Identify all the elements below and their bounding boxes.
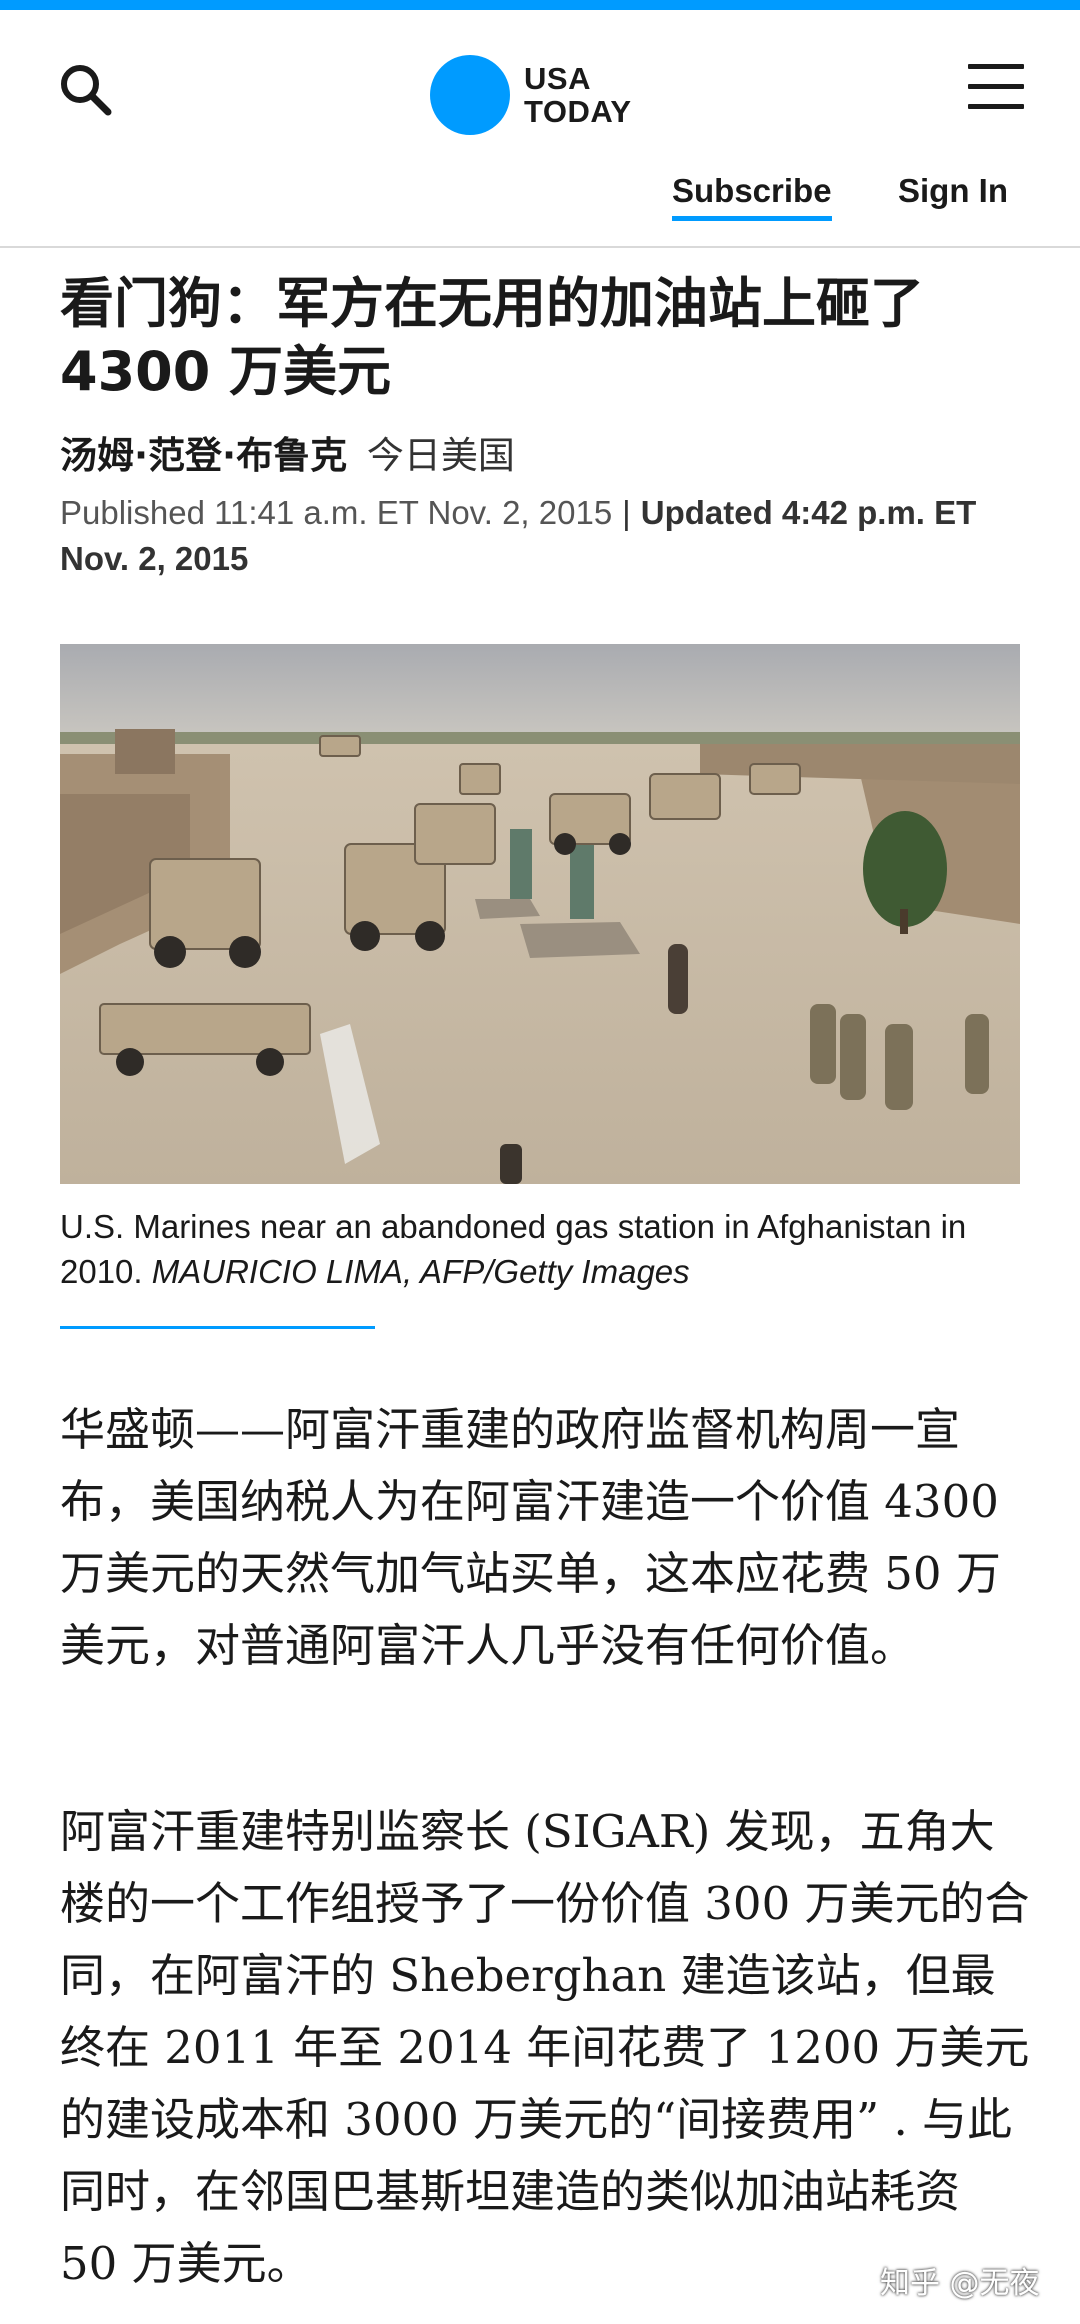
- subscribe-link[interactable]: Subscribe: [672, 172, 832, 221]
- logo-wordmark: USA TODAY: [524, 61, 632, 129]
- search-icon[interactable]: [56, 60, 116, 120]
- photo-credit: MAURICIO LIMA, AFP/Getty Images: [151, 1253, 690, 1290]
- author-name[interactable]: 汤姆·范登·布鲁克: [60, 434, 347, 477]
- article-headline: 看门狗：军方在无用的加油站上砸了 4300 万美元: [60, 272, 924, 403]
- logo-circle: [430, 55, 510, 135]
- article-dates: Published 11:41 a.m. ET Nov. 2, 2015 | Upd…: [60, 490, 1030, 582]
- article-paragraph: 华盛顿——阿富汗重建的政府监督机构周一宣布，美国纳税人为在阿富汗建造一个价值 4…: [60, 1403, 1001, 1672]
- caption-divider: [60, 1326, 375, 1329]
- watermark: 知乎 @无夜: [880, 2266, 1040, 2301]
- date-separator: |: [622, 494, 631, 531]
- article-paragraph: 阿富汗重建特别监察长 (SIGAR) 发现，五角大楼的一个工作组授予了一份价值 …: [60, 1805, 1030, 2290]
- article-photo[interactable]: [60, 644, 1020, 1184]
- usa-today-logo[interactable]: USA TODAY: [430, 50, 632, 140]
- byline: 汤姆·范登·布鲁克 今日美国: [60, 425, 515, 479]
- photo-caption: U.S. Marines near an abandoned gas stati…: [60, 1204, 1030, 1294]
- top-accent-bar: [0, 0, 1080, 10]
- site-header: USA TODAY Subscribe Sign In: [0, 10, 1080, 248]
- sign-in-link[interactable]: Sign In: [898, 172, 1008, 210]
- published-date: Published 11:41 a.m. ET Nov. 2, 2015: [60, 494, 613, 531]
- outlet-name: 今日美国: [366, 434, 515, 477]
- hamburger-menu-icon[interactable]: [968, 64, 1024, 112]
